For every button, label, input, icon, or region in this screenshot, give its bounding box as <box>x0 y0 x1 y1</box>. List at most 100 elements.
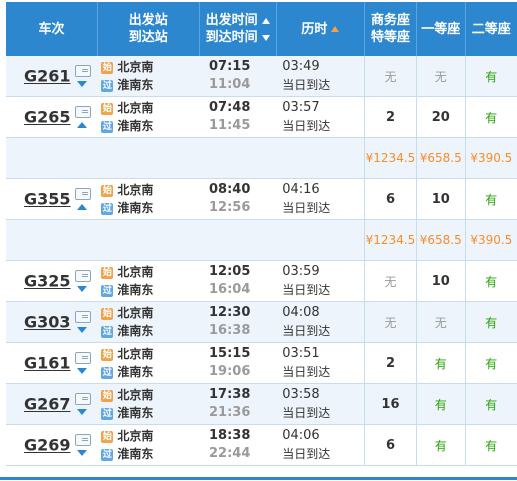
pass-station-badge: 过 <box>101 407 114 420</box>
first-class-seat: 有 <box>415 342 466 384</box>
arrival-time: 16:04 <box>209 282 251 297</box>
to-station: 淮南东 <box>117 201 154 215</box>
header-duration[interactable]: 历时 <box>275 2 365 56</box>
pass-station-badge: 过 <box>101 448 114 461</box>
header-train[interactable]: 车次 <box>6 2 98 56</box>
from-station: 北京南 <box>117 183 154 197</box>
price-spacer <box>6 219 365 261</box>
arrival-time: 16:38 <box>209 323 251 338</box>
duration-cell: 04:06 当日到达 <box>276 424 365 466</box>
train-cell: G267 <box>6 383 98 425</box>
train-info-icon[interactable] <box>74 188 91 200</box>
duration: 04:06 <box>282 428 320 443</box>
from-station: 北京南 <box>117 265 154 279</box>
sort-active-icon[interactable] <box>331 26 340 32</box>
sort-down-icon[interactable] <box>261 34 270 41</box>
time-cell: 17:38 21:36 <box>199 383 277 425</box>
station-cell: 始北京南过淮南东 <box>97 178 199 220</box>
expand-down-icon[interactable] <box>76 450 87 456</box>
train-info-icon[interactable] <box>74 311 91 323</box>
arrival-day: 当日到达 <box>282 365 331 379</box>
arrival-day: 当日到达 <box>282 283 331 297</box>
train-code-link[interactable]: G325 <box>24 272 71 291</box>
train-code-link[interactable]: G261 <box>24 67 71 86</box>
to-station: 淮南东 <box>117 119 154 133</box>
to-station: 淮南东 <box>117 78 154 92</box>
expand-down-icon[interactable] <box>76 286 87 292</box>
expand-up-icon[interactable] <box>76 204 87 210</box>
duration: 03:59 <box>282 264 320 279</box>
pass-station-badge: 过 <box>101 284 114 297</box>
first-class-seat: 10 <box>415 260 466 302</box>
arrival-day: 当日到达 <box>282 78 331 92</box>
expand-down-icon[interactable] <box>76 327 87 333</box>
arrival-time: 22:44 <box>209 446 251 461</box>
second-class-seat: 有 <box>464 342 517 384</box>
train-code-link[interactable]: G269 <box>24 436 71 455</box>
pass-station-badge: 过 <box>101 79 114 92</box>
expand-down-icon[interactable] <box>76 409 87 415</box>
time-cell: 12:30 16:38 <box>199 301 277 343</box>
duration-cell: 04:16 当日到达 <box>276 178 365 220</box>
expand-down-icon[interactable] <box>76 81 87 87</box>
time-cell: 08:40 12:56 <box>199 178 277 220</box>
train-cell: G161 <box>6 342 98 384</box>
table-row: G161 始北京南过淮南东 15:15 19:06 03:51 当日到达 2 有有 <box>6 342 517 384</box>
business-seat: 16 <box>364 383 417 425</box>
start-station-badge: 始 <box>101 389 114 402</box>
duration: 04:16 <box>282 182 320 197</box>
from-station: 北京南 <box>117 101 154 115</box>
business-seat: 2 <box>364 96 417 138</box>
price-business: ¥1234.5 <box>364 137 417 179</box>
to-station: 淮南东 <box>117 365 154 379</box>
price-first: ¥658.5 <box>415 137 466 179</box>
first-class-seat: 有 <box>415 383 466 425</box>
price-row: ¥1234.5 ¥658.5 ¥390.5 <box>6 219 517 261</box>
train-info-icon[interactable] <box>74 65 91 77</box>
duration-cell: 03:59 当日到达 <box>276 260 365 302</box>
train-cell: G265 <box>6 96 98 138</box>
start-station-badge: 始 <box>101 430 114 443</box>
price-business: ¥1234.5 <box>364 219 417 261</box>
header-stations[interactable]: 出发站 到达站 <box>96 2 199 56</box>
pass-station-badge: 过 <box>101 202 114 215</box>
departure-time: 18:38 <box>209 428 251 443</box>
train-info-icon[interactable] <box>74 393 91 405</box>
header-times[interactable]: 出发时间 到达时间 <box>198 2 277 56</box>
table-row: G355 始北京南过淮南东 08:40 12:56 04:16 当日到达 6 10 有 <box>6 178 517 220</box>
train-code-link[interactable]: G267 <box>24 395 71 414</box>
train-code-link[interactable]: G265 <box>24 108 71 127</box>
train-info-icon[interactable] <box>74 270 91 282</box>
table-row: G269 始北京南过淮南东 18:38 22:44 04:06 当日到达 6 有有 <box>6 424 517 466</box>
train-info-icon[interactable] <box>74 106 91 118</box>
station-cell: 始北京南过淮南东 <box>97 342 199 384</box>
station-cell: 始北京南过淮南东 <box>97 96 199 138</box>
train-info-icon[interactable] <box>74 352 91 364</box>
business-seat: 无 <box>364 301 417 343</box>
from-station: 北京南 <box>117 60 154 74</box>
pass-station-badge: 过 <box>101 366 114 379</box>
to-station: 淮南东 <box>117 324 154 338</box>
station-cell: 始北京南过淮南东 <box>97 424 199 466</box>
price-second: ¥390.5 <box>464 219 517 261</box>
time-cell: 15:15 19:06 <box>199 342 277 384</box>
second-class-seat: 有 <box>464 96 517 138</box>
departure-time: 15:15 <box>209 346 251 361</box>
to-station: 淮南东 <box>117 406 154 420</box>
departure-time: 08:40 <box>209 182 251 197</box>
expand-up-icon[interactable] <box>76 122 87 128</box>
start-station-badge: 始 <box>101 266 114 279</box>
expand-down-icon[interactable] <box>76 368 87 374</box>
duration-cell: 03:51 当日到达 <box>276 342 365 384</box>
train-code-link[interactable]: G355 <box>24 190 71 209</box>
arrival-time: 11:45 <box>209 118 251 133</box>
time-cell: 18:38 22:44 <box>199 424 277 466</box>
train-info-icon[interactable] <box>74 434 91 446</box>
train-code-link[interactable]: G161 <box>24 354 71 373</box>
start-station-badge: 始 <box>101 184 114 197</box>
train-list-table: 车次 出发站 到达站 出发时间 到达时间 历时 商务座 特等座 一等座 二等座 … <box>6 2 517 466</box>
train-code-link[interactable]: G303 <box>24 313 71 332</box>
sort-up-icon[interactable] <box>261 17 270 24</box>
duration: 04:08 <box>282 305 320 320</box>
train-cell: G303 <box>6 301 98 343</box>
